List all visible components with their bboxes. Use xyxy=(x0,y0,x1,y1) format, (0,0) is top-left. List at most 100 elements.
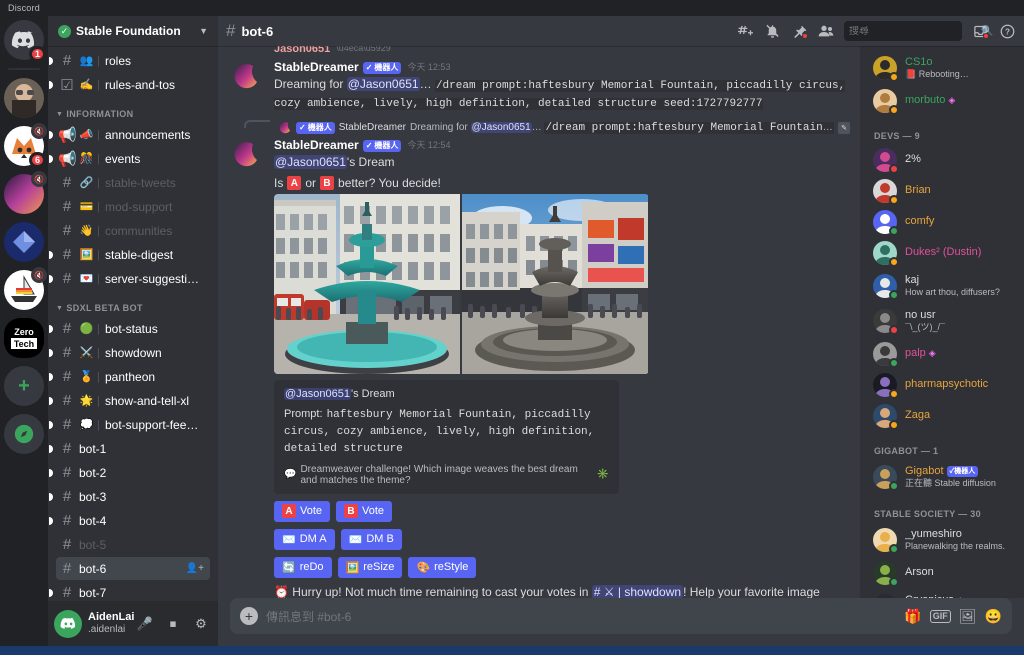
pencil-icon[interactable]: ✎ xyxy=(838,121,850,134)
member-name: Arson xyxy=(905,566,1011,580)
pin-icon[interactable] xyxy=(790,22,808,40)
guild-icon-server-photo[interactable] xyxy=(4,78,44,118)
channel-item-bot-3[interactable]: # bot-3 xyxy=(49,485,210,508)
generated-image-b[interactable] xyxy=(462,194,648,375)
member-name: pharmapsychotic xyxy=(905,378,1011,392)
inbox-icon[interactable] xyxy=(971,22,989,40)
guild-icon-explore-servers[interactable] xyxy=(4,414,44,454)
channel-mention-showdown[interactable]: # ⚔ | showdown xyxy=(591,584,684,598)
channel-item-bot-1[interactable]: # bot-1 xyxy=(49,437,210,460)
channel-item-communities[interactable]: # 👋 | communities xyxy=(56,219,210,242)
image-attachment-pair[interactable] xyxy=(274,194,649,375)
members-icon[interactable] xyxy=(817,22,835,40)
guild-header[interactable]: ✓ Stable Foundation ▼ xyxy=(48,16,218,46)
member-item[interactable]: Brian xyxy=(868,176,1016,206)
gift-icon[interactable]: 🎁 xyxy=(904,608,921,625)
restyle-button[interactable]: 🎨 reStyle xyxy=(408,556,477,578)
avatar[interactable] xyxy=(54,609,82,638)
guild-icon-server-gradient[interactable]: 🔇 xyxy=(4,171,47,214)
member-item[interactable]: kaj How art thou, diffusers? xyxy=(868,269,1016,303)
plus-icon[interactable]: + xyxy=(240,607,258,625)
sticker-icon[interactable]: 🖼 xyxy=(959,608,977,625)
user-mention[interactable]: @Jason0651 xyxy=(274,154,347,169)
channel-item-events[interactable]: 📢 🎊 | events xyxy=(49,147,210,170)
channel-item-bot-support-feedb[interactable]: # 💭 | bot-support-feedb... xyxy=(49,413,210,436)
channel-item-stable-tweets[interactable]: # 🔗 | stable-tweets xyxy=(56,171,210,194)
member-name: no usr xyxy=(905,309,1011,323)
reply-reference[interactable]: ✓ 機器人 StableDreamer Dreaming for @Jason06… xyxy=(218,119,860,136)
avatar[interactable] xyxy=(231,62,261,92)
member-item[interactable]: Dukes² (Dustin) xyxy=(868,238,1016,268)
channel-item-show-and-tell-xl[interactable]: # 🌟 | show-and-tell-xl xyxy=(49,389,210,412)
threads-icon[interactable] xyxy=(736,22,754,40)
member-item[interactable]: Zaga xyxy=(868,401,1016,431)
channel-item-announcements[interactable]: 📢 📣 | announcements xyxy=(49,123,210,146)
channel-item-bot-6[interactable]: # bot-6 👤+ xyxy=(56,557,210,580)
channel-list[interactable]: # 👥 | roles ☑ ✍️ | rules-and-tos ▼ INFORMATION 📢 📣 |… xyxy=(48,46,218,601)
member-item[interactable]: Arson xyxy=(868,558,1016,588)
avatar[interactable] xyxy=(231,139,261,170)
channel-item-stable-digest[interactable]: # 🖼️ | stable-digest xyxy=(49,243,210,266)
member-item[interactable]: morbuto ◈ xyxy=(868,86,1016,116)
member-item[interactable]: 2% xyxy=(868,145,1016,175)
category-information[interactable]: ▼ INFORMATION xyxy=(48,96,218,122)
member-item[interactable]: Cryonicus◈I caught myself lying and now … xyxy=(868,589,1016,598)
channel-item-bot-status[interactable]: # 🟢 | bot-status xyxy=(49,317,210,340)
dm-b-button[interactable]: ✉️ DM B xyxy=(340,528,402,550)
gif-button[interactable]: GIF xyxy=(929,609,951,623)
headset-icon[interactable]: ⏹ xyxy=(162,613,184,635)
channel-item-roles[interactable]: # 👥 | roles xyxy=(49,49,210,72)
channel-label: pantheon xyxy=(105,369,156,384)
guild-icon-server-blue-diamond[interactable] xyxy=(4,222,44,262)
guild-icon-server-fox[interactable]: 6 🔇 xyxy=(4,123,47,168)
channel-item-rules-and-tos[interactable]: ☑ ✍️ | rules-and-tos xyxy=(49,73,210,96)
member-item[interactable]: CS1o 📕 Rebooting… xyxy=(868,51,1016,85)
action-buttons[interactable]: A Vote B Vote ✉️ DM A ✉️ DM B 🔄 reDo 🖼️ reSize 🎨 reSt… xyxy=(274,500,850,578)
guild-name: Stable Foundation xyxy=(76,24,181,38)
guild-icon-server-rainbow-boat[interactable]: 🔇 xyxy=(4,267,47,310)
member-item[interactable]: _yumeshiro Planewalking the realms. xyxy=(868,523,1016,557)
emoji-icon[interactable]: 😀 xyxy=(985,608,1002,625)
channel-item-bot-4[interactable]: # bot-4 xyxy=(49,509,210,532)
notification-off-icon[interactable] xyxy=(763,22,781,40)
members-sidebar[interactable]: CS1o 📕 Rebooting… morbuto ◈ DEVS — 9 2% Brian c… xyxy=(860,46,1024,598)
message-composer[interactable]: + 傳訊息到 #bot-6 🎁 GIF 🖼 😀 xyxy=(230,598,1012,634)
guild-icon-server-zerotech[interactable]: Zero Tech xyxy=(4,318,44,358)
channel-item-bot-5[interactable]: # bot-5 xyxy=(56,533,210,556)
message-list[interactable]: Jason0651 \u4eca\u5929 StableDreamer ✓ 機… xyxy=(218,46,860,598)
gear-icon[interactable]: ⚙ xyxy=(190,613,212,635)
guild-rail[interactable]: 1 6 🔇 🔇 🔇 Zero Tech + xyxy=(0,16,48,646)
channel-item-showdown[interactable]: # ⚔️ | showdown xyxy=(49,341,210,364)
message-author[interactable]: StableDreamer xyxy=(274,60,359,76)
help-icon[interactable]: ? xyxy=(998,22,1016,40)
vote-a-button[interactable]: A Vote xyxy=(274,500,331,522)
message-author[interactable]: StableDreamer xyxy=(274,138,359,154)
redo-button[interactable]: 🔄 reDo xyxy=(274,556,332,578)
member-item[interactable]: Gigabot ✓機器人 正在聽 Stable diffusion xyxy=(868,460,1016,494)
add-member-icon[interactable]: 👤+ xyxy=(186,563,204,574)
member-item[interactable]: pharmapsychotic xyxy=(868,370,1016,400)
member-item[interactable]: comfy xyxy=(868,207,1016,237)
category-sdxl-beta-bot[interactable]: ▼ SDXL BETA BOT xyxy=(48,290,218,316)
channel-item-mod-support[interactable]: # 💳 | mod-support xyxy=(56,195,210,218)
composer-placeholder[interactable]: 傳訊息到 #bot-6 xyxy=(266,608,896,625)
channel-item-server-suggestions[interactable]: # 💌 | server-suggestions xyxy=(49,267,210,290)
channel-item-pantheon[interactable]: # 🏅 | pantheon xyxy=(49,365,210,388)
microphone-icon[interactable]: 🎤 xyxy=(134,613,156,635)
embed-mention[interactable]: @Jason0651 xyxy=(284,388,351,401)
user-mention[interactable]: @Jason0651 xyxy=(346,76,420,91)
search-input[interactable] xyxy=(849,25,981,37)
guild-icon-add-server[interactable]: + xyxy=(4,366,44,406)
generated-image-a[interactable] xyxy=(274,194,460,375)
member-name-text: palp xyxy=(905,347,926,360)
embed-footer-text: Dreamweaver challenge! Which image weave… xyxy=(300,463,578,486)
member-item[interactable]: no usr ¯\_(ツ)_/¯ xyxy=(868,304,1016,338)
guild-icon-discord-home[interactable]: 1 xyxy=(4,20,46,62)
member-item[interactable]: palp ◈ xyxy=(868,339,1016,369)
channel-item-bot-7[interactable]: # bot-7 xyxy=(49,581,210,601)
dm-a-button[interactable]: ✉️ DM A xyxy=(274,528,335,550)
channel-item-bot-2[interactable]: # bot-2 xyxy=(49,461,210,484)
vote-b-button[interactable]: B Vote xyxy=(336,500,393,522)
search-box[interactable]: 🔍 xyxy=(844,21,993,41)
resize-button[interactable]: 🖼️ reSize xyxy=(337,556,403,578)
